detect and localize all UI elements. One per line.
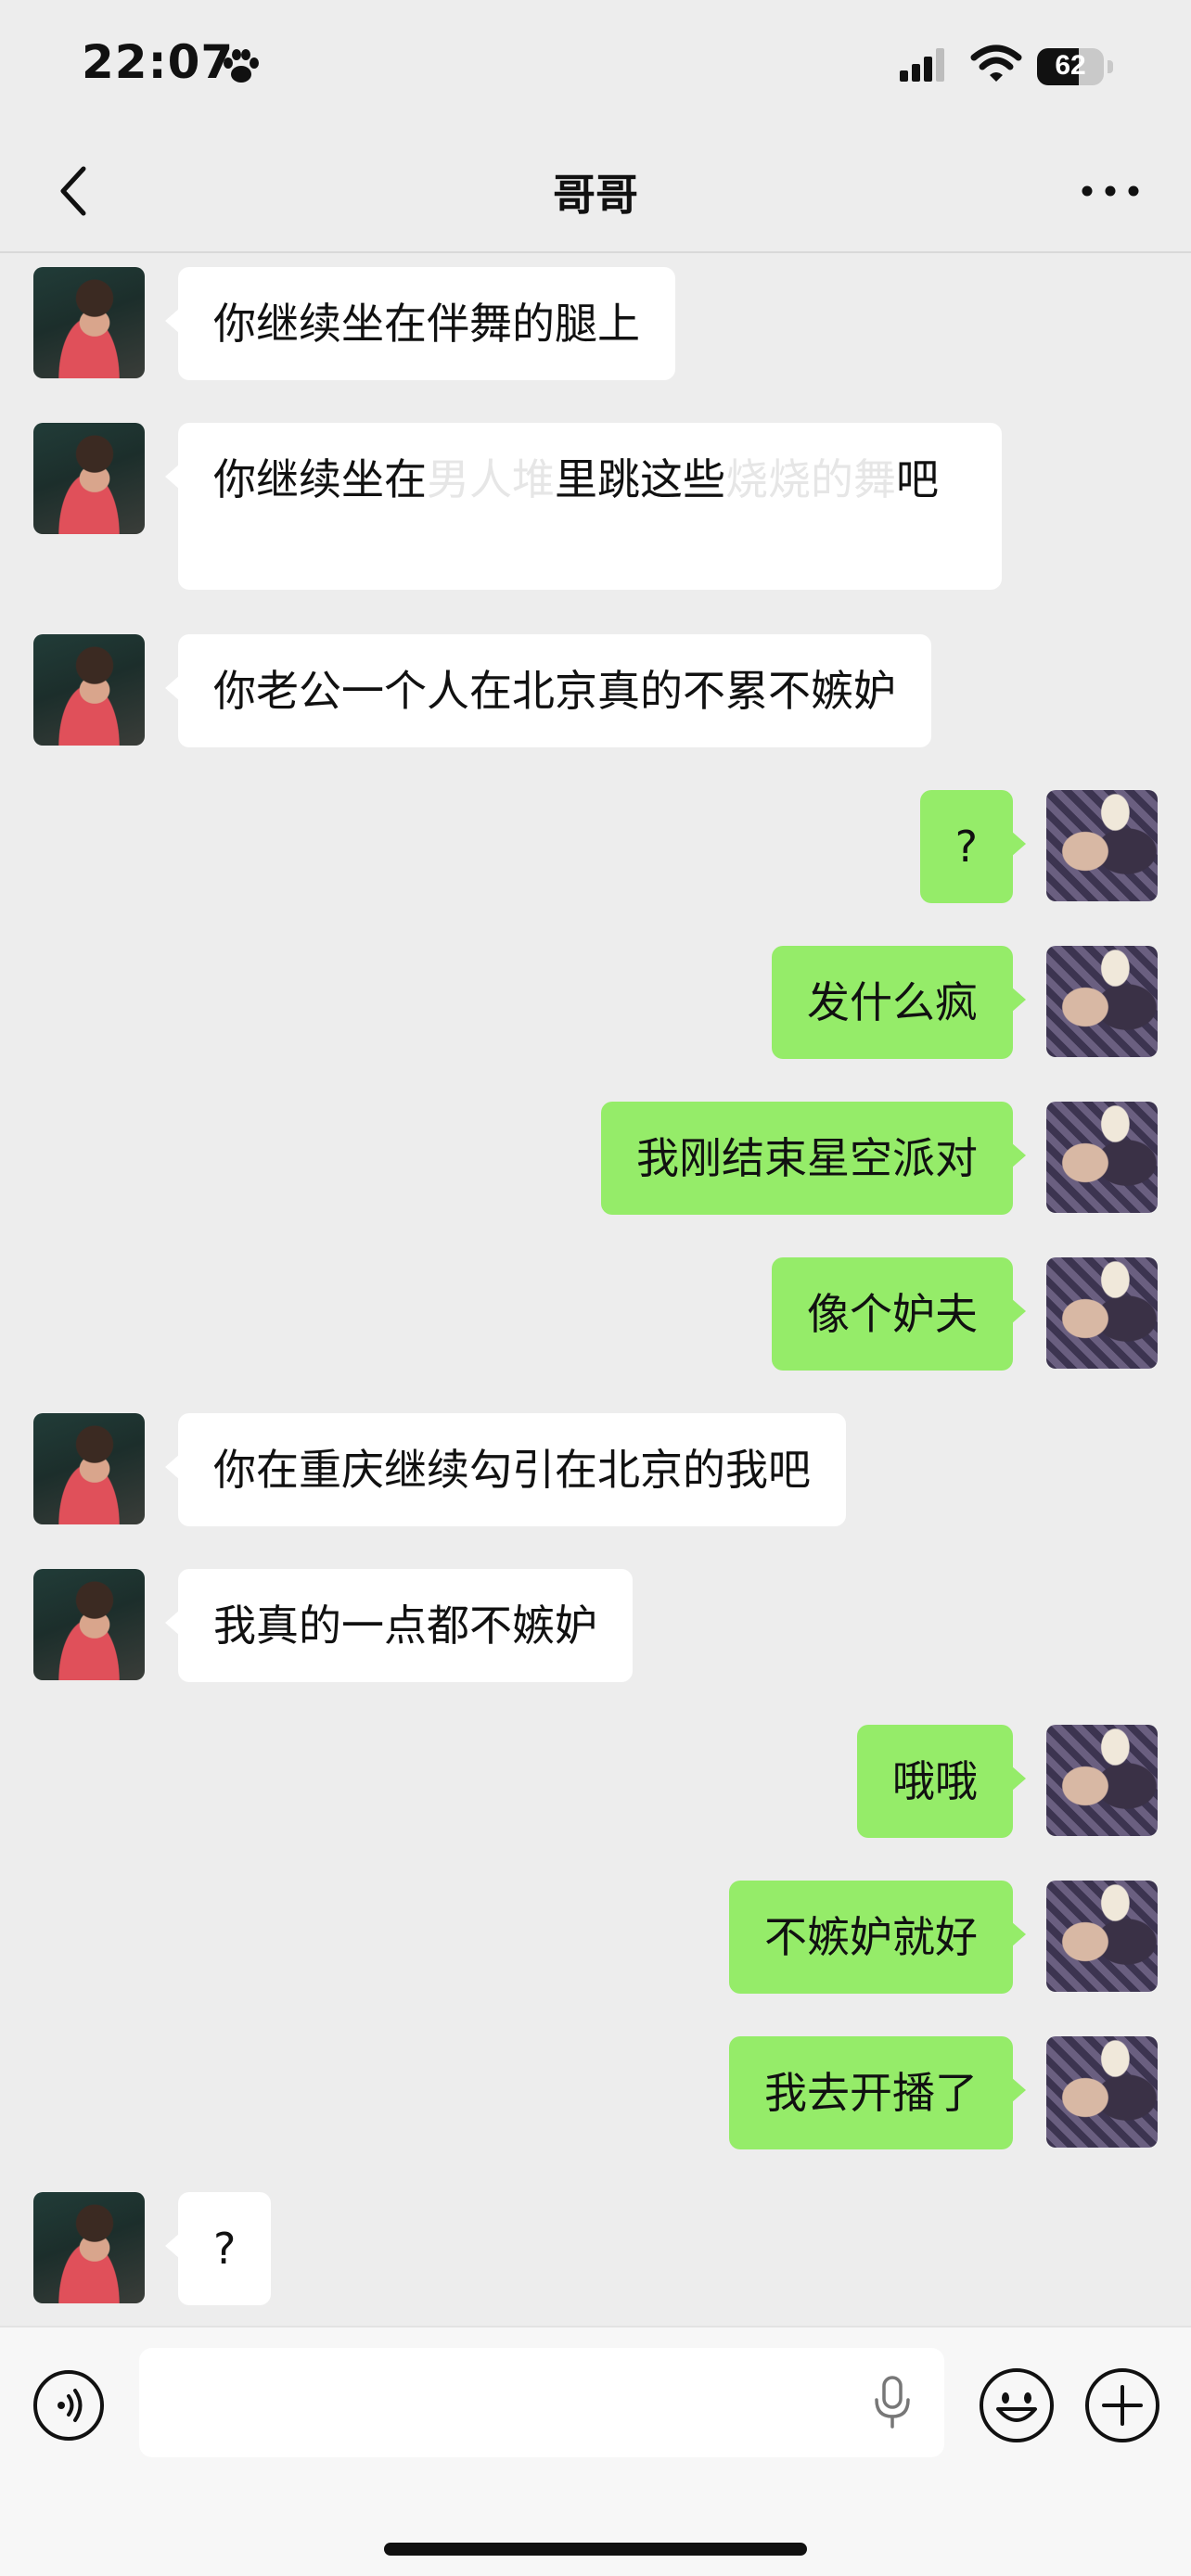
self-avatar[interactable] (1046, 1102, 1158, 1213)
wifi-icon (970, 45, 1022, 82)
contact-avatar[interactable] (33, 1413, 145, 1524)
battery-icon: 62 (1037, 48, 1113, 85)
status-time: 22:07 (82, 35, 235, 89)
home-indicator (384, 2543, 807, 2556)
contact-avatar[interactable] (33, 2192, 145, 2303)
self-avatar[interactable] (1046, 1257, 1158, 1369)
message-bubble[interactable]: 不嫉妒就好 (729, 1881, 1026, 1994)
message-bubble[interactable]: 发什么疯 (772, 946, 1026, 1059)
message-bubble[interactable]: 我真的一点都不嫉妒 (165, 1569, 633, 1682)
contact-avatar[interactable] (33, 267, 145, 378)
message-segment: 里跳这些 (555, 454, 725, 504)
paw-icon (224, 49, 259, 83)
self-avatar[interactable] (1046, 1881, 1158, 1992)
message-segment-faded: 男人堆 (427, 454, 555, 504)
contact-avatar[interactable] (33, 423, 145, 534)
emoji-icon[interactable] (978, 2366, 1056, 2444)
battery-percent: 62 (1055, 50, 1086, 81)
message-bubble[interactable]: ? (164, 2192, 272, 2305)
self-avatar[interactable] (1046, 1725, 1158, 1836)
message-segment-faded: 烧烧的舞 (725, 454, 896, 504)
chat-title: 哥哥 (553, 170, 638, 220)
message-segment: 你继续坐在 (213, 454, 427, 504)
message-bubble[interactable]: 你继续坐在男人堆里跳这些烧烧的舞吧 (165, 423, 1002, 590)
signal-icon (900, 48, 944, 82)
nav-bar: 哥哥 (0, 139, 1191, 250)
nav-divider (0, 251, 1191, 253)
message-bubble[interactable]: 我刚结束星空派对 (601, 1102, 1026, 1215)
plus-icon[interactable] (1083, 2366, 1161, 2444)
mic-icon[interactable] (872, 2376, 913, 2429)
message-bubble[interactable]: 我去开播了 (729, 2036, 1026, 2149)
message-bubble[interactable]: 你继续坐在伴舞的腿上 (165, 267, 675, 380)
input-bar (0, 2326, 1191, 2576)
status-bar: 22:07 62 (0, 0, 1191, 139)
voice-icon[interactable] (32, 2368, 106, 2442)
message-bubble[interactable]: 你老公一个人在北京真的不累不嫉妒 (165, 634, 931, 747)
message-bubble[interactable]: 你在重庆继续勾引在北京的我吧 (165, 1413, 846, 1526)
message-input[interactable] (139, 2348, 944, 2457)
contact-avatar[interactable] (33, 1569, 145, 1680)
battery-tip (1108, 60, 1113, 73)
chat-screen: 22:07 62 哥哥 你继续坐在伴舞的腿上 你继续坐在男人堆里跳这些烧烧的舞吧… (0, 0, 1191, 2576)
message-bubble[interactable]: 哦哦 (857, 1725, 1026, 1838)
contact-avatar[interactable] (33, 634, 145, 746)
more-icon[interactable] (1078, 182, 1143, 200)
message-segment: 吧 (896, 454, 939, 504)
battery-body: 62 (1037, 48, 1104, 85)
message-bubble[interactable]: 像个妒夫 (772, 1257, 1026, 1371)
self-avatar[interactable] (1046, 946, 1158, 1057)
message-bubble[interactable]: ? (919, 790, 1027, 903)
self-avatar[interactable] (1046, 2036, 1158, 2148)
self-avatar[interactable] (1046, 790, 1158, 901)
